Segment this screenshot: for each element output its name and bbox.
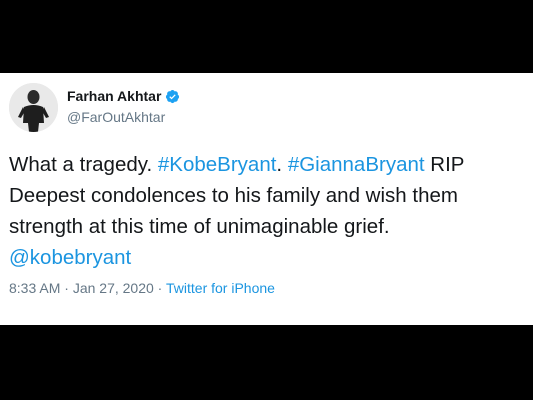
tweet-line-2: Deepest condolences to his family and wi… [9,184,458,207]
tweet-text: What a tragedy. #KobeBryant. #GiannaBrya… [9,149,529,273]
tweet-source-link[interactable]: Twitter for iPhone [166,280,275,296]
meta-separator: · [60,280,73,296]
tweet-date[interactable]: Jan 27, 2020 [73,280,154,296]
tweet-meta: 8:33 AM · Jan 27, 2020 · Twitter for iPh… [9,280,275,296]
mention-kobebryant-link[interactable]: @kobebryant [9,242,529,273]
author-handle[interactable]: @FarOutAkhtar [67,109,165,125]
verified-badge-icon [165,89,180,104]
tweet-text-tail: RIP [424,153,465,176]
avatar[interactable] [9,83,58,132]
tweet-line-1: What a tragedy. #KobeBryant. #GiannaBrya… [9,149,529,180]
hashtag-giannabryant-link[interactable]: #GiannaBryant [288,153,425,176]
tweet-line-3: strength at this time of unimaginable gr… [9,215,390,238]
author-name-row[interactable]: Farhan Akhtar [67,88,180,104]
tweet-text-segment: What a tragedy. [9,153,158,176]
tweet-card: Farhan Akhtar @FarOutAkhtar What a trage… [0,73,533,325]
hashtag-kobebryant-link[interactable]: #KobeBryant [158,153,277,176]
avatar-image [9,83,58,132]
tweet-text-separator: . [276,153,288,176]
meta-separator: · [153,280,166,296]
author-name[interactable]: Farhan Akhtar [67,88,161,104]
tweet-time[interactable]: 8:33 AM [9,280,60,296]
